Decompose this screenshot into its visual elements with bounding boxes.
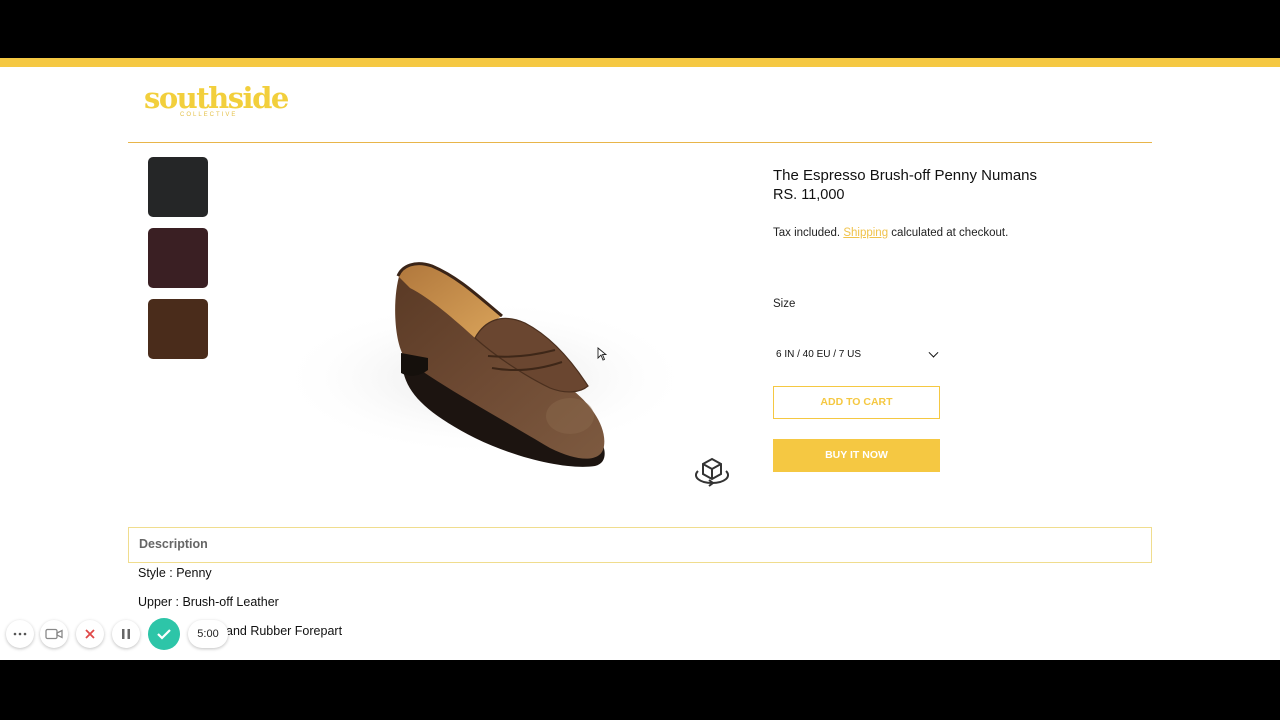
camera-icon bbox=[45, 628, 63, 640]
pause-recording-button[interactable] bbox=[112, 620, 140, 648]
tax-included-text: Tax included. bbox=[773, 227, 841, 239]
close-icon bbox=[85, 629, 95, 639]
description-line-sole: and Rubber Forepart bbox=[226, 624, 343, 638]
check-icon bbox=[157, 629, 171, 640]
header-divider bbox=[128, 142, 1152, 143]
color-swatch-burgundy[interactable] bbox=[148, 228, 208, 288]
description-tab[interactable]: Description bbox=[128, 527, 1152, 563]
recording-timer: 5:00 bbox=[188, 620, 228, 648]
chevron-down-icon bbox=[928, 347, 939, 358]
product-3d-viewer[interactable] bbox=[270, 148, 760, 518]
tax-suffix-text: calculated at checkout. bbox=[891, 227, 1009, 239]
product-price: RS. 11,000 bbox=[773, 187, 845, 203]
description-line-upper: Upper : Brush-off Leather bbox=[138, 595, 279, 609]
size-select-value: 6 IN / 40 EU / 7 US bbox=[776, 349, 862, 360]
more-options-button[interactable] bbox=[6, 620, 34, 648]
more-icon bbox=[13, 632, 27, 636]
finish-recording-button[interactable] bbox=[148, 618, 180, 650]
top-accent-bar bbox=[0, 58, 1280, 67]
camera-toggle-button[interactable] bbox=[40, 620, 68, 648]
view-in-3d-icon[interactable] bbox=[690, 453, 734, 491]
color-swatch-black[interactable] bbox=[148, 157, 208, 217]
color-swatch-espresso[interactable] bbox=[148, 299, 208, 359]
description-title: Description bbox=[139, 537, 208, 551]
brand-logo[interactable]: southside COLLECTIVE bbox=[144, 81, 289, 128]
product-title: The Espresso Brush-off Penny Numans bbox=[773, 167, 1038, 184]
brand-logo-text: southside bbox=[144, 81, 289, 115]
product-page: southside COLLECTIVE The Espresso Brush-… bbox=[0, 58, 1280, 660]
buy-it-now-button[interactable]: BUY IT NOW bbox=[773, 439, 940, 472]
discard-recording-button[interactable] bbox=[76, 620, 104, 648]
size-select[interactable]: 6 IN / 40 EU / 7 US bbox=[773, 345, 941, 365]
add-to-cart-button[interactable]: ADD TO CART bbox=[773, 386, 940, 419]
description-line-style: Style : Penny bbox=[138, 566, 212, 580]
pause-icon bbox=[122, 629, 130, 639]
shipping-link[interactable]: Shipping bbox=[843, 227, 888, 239]
tax-info: Tax included. Shipping calculated at che… bbox=[773, 227, 1008, 239]
mouse-cursor-icon bbox=[597, 347, 607, 361]
size-label: Size bbox=[773, 298, 796, 310]
